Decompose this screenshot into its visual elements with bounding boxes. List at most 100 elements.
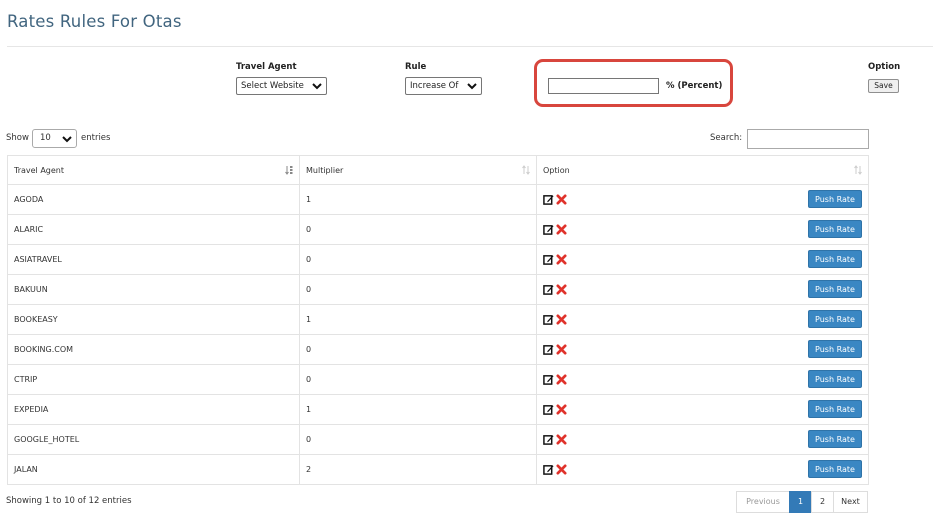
travel-agent-cell: JALAN xyxy=(7,454,300,485)
travel-agent-cell: EXPEDIA xyxy=(7,394,300,425)
option-label: Option xyxy=(868,62,901,72)
push-rate-button[interactable]: Push Rate xyxy=(808,460,862,478)
multiplier-cell: 1 xyxy=(299,304,537,335)
entries-label: entries xyxy=(81,133,111,143)
edit-icon[interactable] xyxy=(543,404,554,415)
edit-icon[interactable] xyxy=(543,434,554,445)
rule-select[interactable]: Increase Of xyxy=(405,77,482,95)
option-cell: Push Rate xyxy=(536,304,869,335)
push-rate-button[interactable]: Push Rate xyxy=(808,430,862,448)
multiplier-cell: 0 xyxy=(299,334,537,365)
delete-icon[interactable] xyxy=(556,254,567,265)
push-rate-button[interactable]: Push Rate xyxy=(808,340,862,358)
edit-icon[interactable] xyxy=(543,254,554,265)
push-rate-button[interactable]: Push Rate xyxy=(808,370,862,388)
option-cell: Push Rate xyxy=(536,424,869,455)
delete-icon[interactable] xyxy=(556,344,567,355)
table-row: JALAN 2 Push Rate xyxy=(7,454,869,485)
travel-agent-cell: AGODA xyxy=(7,184,300,215)
multiplier-cell: 1 xyxy=(299,394,537,425)
row-actions xyxy=(543,254,567,265)
option-cell: Push Rate xyxy=(536,244,869,275)
row-actions xyxy=(543,344,567,355)
option-cell: Push Rate xyxy=(536,394,869,425)
push-rate-button[interactable]: Push Rate xyxy=(808,220,862,238)
header-travel-agent-label: Travel Agent xyxy=(14,165,65,175)
table-row: CTRIP 0 Push Rate xyxy=(7,364,869,395)
travel-agent-cell: BOOKEASY xyxy=(7,304,300,335)
page-1-button[interactable]: 1 xyxy=(789,491,812,513)
edit-icon[interactable] xyxy=(543,464,554,475)
previous-button[interactable]: Previous xyxy=(736,491,790,513)
travel-agent-cell: CTRIP xyxy=(7,364,300,395)
rule-select-value: Increase Of xyxy=(410,81,459,91)
travel-agent-cell: BAKUUN xyxy=(7,274,300,305)
travel-agent-label: Travel Agent xyxy=(236,62,297,72)
edit-icon[interactable] xyxy=(543,344,554,355)
header-travel-agent[interactable]: Travel Agent xyxy=(7,155,300,185)
multiplier-cell: 0 xyxy=(299,274,537,305)
delete-icon[interactable] xyxy=(556,464,567,475)
percent-label: % (Percent) xyxy=(666,81,723,91)
save-button[interactable]: Save xyxy=(868,79,899,93)
delete-icon[interactable] xyxy=(556,374,567,385)
row-actions xyxy=(543,464,567,475)
edit-icon[interactable] xyxy=(543,314,554,325)
sort-icon xyxy=(854,165,862,175)
edit-icon[interactable] xyxy=(543,194,554,205)
rates-table: Travel Agent Multiplier Option AGODA 1 Pus… xyxy=(7,155,869,485)
push-rate-button[interactable]: Push Rate xyxy=(808,250,862,268)
page-2-button[interactable]: 2 xyxy=(811,491,834,513)
search-input[interactable] xyxy=(747,129,869,149)
chevron-down-icon xyxy=(312,83,322,90)
percent-input[interactable] xyxy=(548,78,659,94)
delete-icon[interactable] xyxy=(556,314,567,325)
edit-icon[interactable] xyxy=(543,374,554,385)
next-button[interactable]: Next xyxy=(833,491,868,513)
push-rate-button[interactable]: Push Rate xyxy=(808,280,862,298)
multiplier-cell: 0 xyxy=(299,424,537,455)
header-multiplier-label: Multiplier xyxy=(306,165,344,175)
multiplier-cell: 2 xyxy=(299,454,537,485)
table-row: AGODA 1 Push Rate xyxy=(7,184,869,215)
row-actions xyxy=(543,434,567,445)
travel-agent-cell: GOOGLE_HOTEL xyxy=(7,424,300,455)
header-option[interactable]: Option xyxy=(536,155,869,185)
option-cell: Push Rate xyxy=(536,454,869,485)
delete-icon[interactable] xyxy=(556,224,567,235)
delete-icon[interactable] xyxy=(556,284,567,295)
table-row: ALARIC 0 Push Rate xyxy=(7,214,869,245)
option-cell: Push Rate xyxy=(536,214,869,245)
entries-select[interactable]: 10 xyxy=(32,129,77,148)
row-actions xyxy=(543,404,567,415)
option-cell: Push Rate xyxy=(536,274,869,305)
search-label: Search: xyxy=(710,133,743,143)
rule-label: Rule xyxy=(405,62,427,72)
delete-icon[interactable] xyxy=(556,194,567,205)
show-label: Show xyxy=(6,133,29,143)
chevron-down-icon xyxy=(62,136,72,143)
table-row: BOOKEASY 1 Push Rate xyxy=(7,304,869,335)
edit-icon[interactable] xyxy=(543,224,554,235)
table-row: ASIATRAVEL 0 Push Rate xyxy=(7,244,869,275)
table-row: BOOKING.COM 0 Push Rate xyxy=(7,334,869,365)
multiplier-cell: 0 xyxy=(299,244,537,275)
delete-icon[interactable] xyxy=(556,434,567,445)
delete-icon[interactable] xyxy=(556,404,567,415)
table-row: BAKUUN 0 Push Rate xyxy=(7,274,869,305)
header-multiplier[interactable]: Multiplier xyxy=(299,155,537,185)
push-rate-button[interactable]: Push Rate xyxy=(808,190,862,208)
row-actions xyxy=(543,314,567,325)
push-rate-button[interactable]: Push Rate xyxy=(808,310,862,328)
push-rate-button[interactable]: Push Rate xyxy=(808,400,862,418)
page-title: Rates Rules For Otas xyxy=(7,12,182,31)
header-option-label: Option xyxy=(543,165,570,175)
table-body: AGODA 1 Push Rate ALARIC 0 Push Rate ASIATRAVE… xyxy=(7,184,869,485)
travel-agent-cell: BOOKING.COM xyxy=(7,334,300,365)
row-actions xyxy=(543,224,567,235)
sort-icon xyxy=(522,165,530,175)
table-row: EXPEDIA 1 Push Rate xyxy=(7,394,869,425)
travel-agent-select[interactable]: Select Website xyxy=(236,77,327,95)
pagination: Previous 1 2 Next xyxy=(736,491,868,513)
edit-icon[interactable] xyxy=(543,284,554,295)
